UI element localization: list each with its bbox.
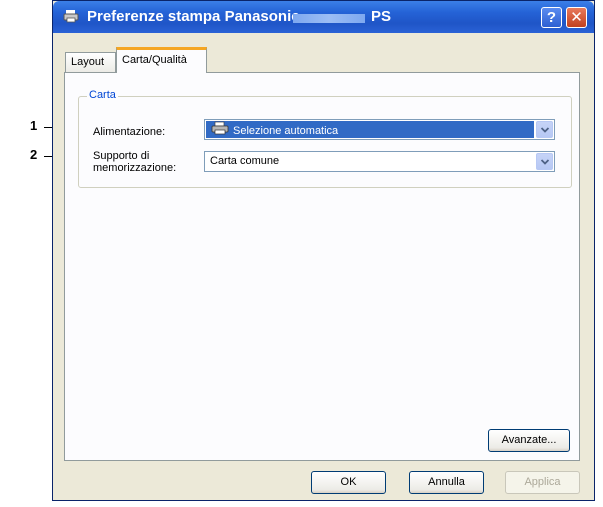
cancel-button[interactable]: Annulla [409, 471, 484, 494]
window-title-suffix: PS [371, 8, 392, 25]
printer-icon [63, 9, 79, 23]
supporto-label: Supporto di memorizzazione: [93, 150, 176, 174]
advanced-button[interactable]: Avanzate... [488, 429, 570, 452]
help-button[interactable]: ? [541, 7, 562, 28]
tab-panel-carta-qualita: Carta Alimentazione: Selezione automatic… [64, 72, 580, 461]
alimentazione-label-text: Alimentazione: [93, 126, 166, 138]
tab-carta-qualita[interactable]: Carta/Qualità [116, 47, 207, 73]
printer-icon [211, 121, 229, 141]
alimentazione-select[interactable]: Selezione automatica [204, 119, 555, 140]
alimentazione-value: Selezione automatica [206, 121, 534, 138]
supporto-select[interactable]: Carta comune [204, 151, 555, 172]
tab-layout[interactable]: Layout [65, 52, 116, 72]
title-bar[interactable]: Preferenze stampa Panasonic PS ? ✕ [53, 1, 594, 33]
apply-button[interactable]: Applica [505, 471, 580, 494]
ok-button[interactable]: OK [311, 471, 386, 494]
alimentazione-value-text: Selezione automatica [233, 124, 339, 137]
carta-groupbox: Carta Alimentazione: Selezione automatic… [78, 89, 572, 188]
callout-1: 1 [30, 118, 38, 133]
window-title: Preferenze stampa Panasonic [87, 8, 300, 25]
printing-preferences-dialog: Preferenze stampa Panasonic PS ? ✕ Layou… [52, 0, 595, 501]
supporto-label-line2: memorizzazione: [93, 162, 177, 174]
close-button[interactable]: ✕ [566, 7, 587, 28]
chevron-down-icon[interactable] [536, 153, 553, 170]
supporto-value: Carta comune [210, 155, 280, 167]
alimentazione-label: Alimentazione: [93, 126, 165, 138]
groupbox-label: Carta [87, 89, 118, 101]
supporto-label-line1: Supporto di [93, 150, 150, 162]
callout-2: 2 [30, 147, 38, 162]
redacted-model-name [293, 14, 365, 23]
chevron-down-icon[interactable] [536, 121, 553, 138]
